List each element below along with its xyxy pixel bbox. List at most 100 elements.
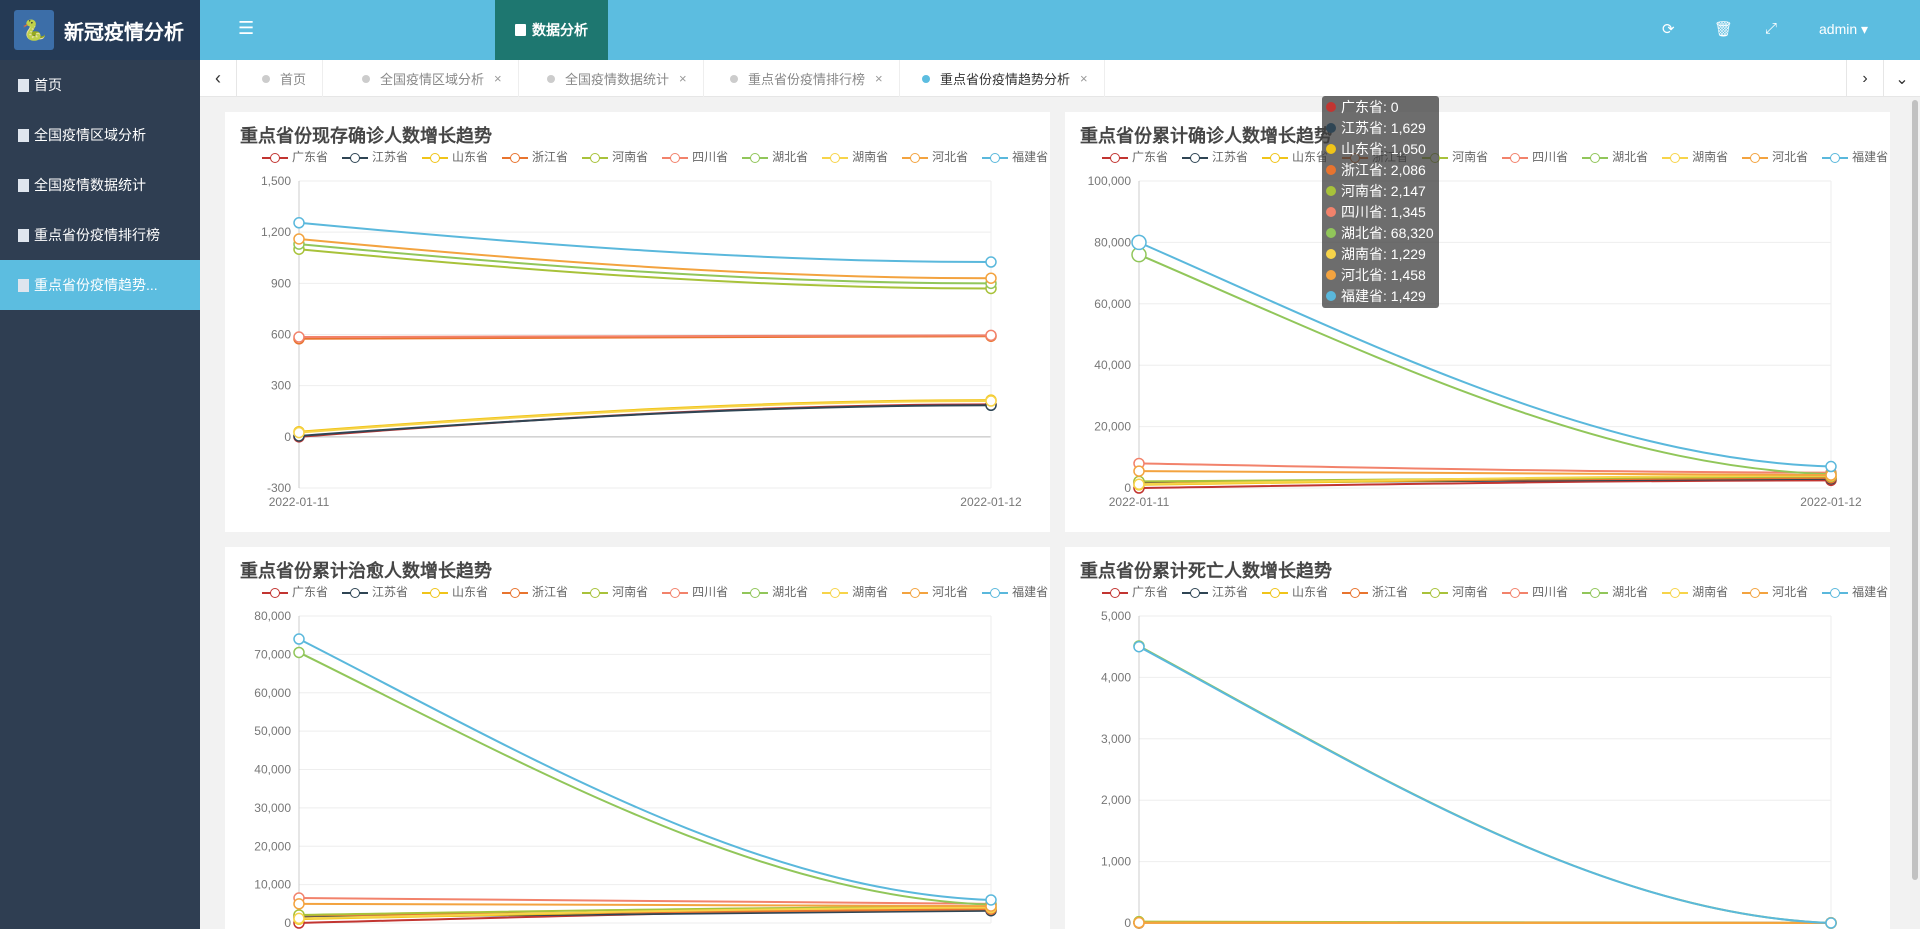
tooltip-series-dot [1326,269,1336,280]
tab-menu-chevron-icon[interactable]: ⌄ [1883,60,1920,97]
data-point [985,256,997,268]
sidebar-item-0[interactable]: 首页 [0,60,200,110]
fullscreen-icon[interactable]: ⤢ [1765,20,1777,37]
tooltip-text: 河南省: 2,147 [1341,182,1426,199]
series-line [298,897,992,905]
x-tick-label: 2022-01-12 [1800,495,1862,509]
chart-panel-cumulative-confirmed: 重点省份累计确诊人数增长趋势广东省江苏省山东省浙江省河南省四川省湖北省湖南省河北… [1065,112,1890,532]
tooltip-text: 河北省: 1,458 [1341,266,1426,283]
x-tick-label: 2022-01-11 [1109,495,1170,509]
data-point [293,426,305,439]
y-tick-label: 1,500 [261,174,291,188]
data-point [985,272,997,284]
y-tick-label: 4,000 [1101,670,1131,684]
y-tick-label: 600 [271,328,291,342]
y-tick-label: 1,000 [1101,855,1131,869]
data-point [985,894,997,906]
tab-4[interactable]: 重点省份疫情趋势分析 × [908,60,1105,97]
refresh-icon[interactable]: ⟳ [1662,20,1675,38]
tooltip-row: 浙江省: 2,086 [1326,159,1435,180]
tab-1[interactable]: 全国疫情区域分析 × [348,60,519,97]
data-point [293,233,305,245]
data-point [1131,234,1147,251]
tab-label: 全国疫情数据统计 [565,72,670,87]
chart-svg: 0 1,000 2,000 3,000 4,000 5,000 [1101,609,1837,929]
y-tick-label: 70,000 [254,647,291,661]
sidebar-item-2[interactable]: 全国疫情数据统计 [0,160,200,210]
data-point [1825,917,1837,929]
tab-close-icon[interactable]: × [1080,71,1088,86]
chart-tooltip: 广东省: 0 江苏省: 1,629 山东省: 1,050 浙江省: 2,086 河南省:… [1322,96,1439,308]
nav-data-analysis[interactable]: 数据分析 [495,0,608,60]
tooltip-series-dot [1326,164,1336,175]
tooltip-row: 河北省: 1,458 [1326,264,1435,285]
tab-close-icon[interactable]: × [875,71,883,86]
y-tick-label: 900 [271,276,291,290]
y-tick-label: 80,000 [1094,235,1131,249]
sidebar-item-label: 全国疫情数据统计 [34,177,146,193]
y-tick-label: 2,000 [1101,793,1131,807]
tooltip-text: 四川省: 1,345 [1341,203,1426,220]
tooltip-series-dot [1326,122,1336,133]
y-tick-label: 3,000 [1101,732,1131,746]
chart-panel-current-confirmed: 重点省份现存确诊人数增长趋势 广东省 江苏省 山东省 浙江省 河南省 四川省 湖北省 湖南省 河北… [225,112,1050,532]
tab-label: 首页 [280,72,307,87]
chart-svg: -300 0 300 600 900 1,200 1,500 2022-01-11 2022-0… [261,174,1022,509]
chart-panel-cumulative-cured: 重点省份累计治愈人数增长趋势 广东省 江苏省 山东省 浙江省 河南省 四川省 湖北省 湖南省 河北… [225,547,1050,929]
trash-icon[interactable]: 🗑 [1714,20,1733,38]
series-line [298,651,992,906]
document-icon [18,228,29,242]
tooltip-text: 福建省: 1,429 [1341,287,1426,304]
tooltip-text: 山东省: 1,050 [1341,140,1426,157]
chart-panel-cumulative-deaths: 重点省份累计死亡人数增长趋势 广东省 江苏省 山东省 浙江省 河南省 四川省 湖北省 湖南省 河北… [1065,547,1890,929]
y-tick-label: 0 [284,430,291,444]
tab-close-icon[interactable]: × [494,71,502,86]
tab-3[interactable]: 重点省份疫情排行榜 × [716,60,900,97]
tab-close-icon[interactable]: × [679,71,687,86]
tooltip-text: 浙江省: 2,086 [1341,161,1426,178]
tooltip-row: 四川省: 1,345 [1326,201,1435,222]
y-tick-label: 40,000 [1094,358,1131,372]
tab-status-dot [922,74,930,83]
tooltip-text: 湖北省: 68,320 [1341,224,1434,241]
x-tick-label: 2022-01-12 [960,495,1022,509]
hamburger-icon[interactable]: ☰ [238,18,254,39]
tab-status-dot [262,74,270,83]
tooltip-text: 广东省: 0 [1341,98,1399,115]
app-logo[interactable]: 🐍 新冠疫情分析 [0,0,200,60]
tab-scroll-right-icon[interactable]: › [1846,60,1883,97]
page-scrollbar[interactable] [1910,97,1920,929]
tab-scroll-left-icon[interactable]: ‹ [200,60,237,97]
y-tick-label: 60,000 [1094,297,1131,311]
sidebar-item-3[interactable]: 重点省份疫情排行榜 [0,210,200,260]
series-line [1138,645,1832,924]
tooltip-series-dot [1326,143,1336,154]
data-point [293,898,305,910]
user-menu[interactable]: admin ▾ [1819,21,1868,38]
tab-label: 重点省份疫情排行榜 [748,72,866,87]
top-bar: ☰ 数据分析 ⟳ 🗑 ⤢ admin ▾ [200,0,1920,60]
document-icon [18,128,29,142]
tooltip-series-dot [1326,101,1336,112]
document-icon [18,278,29,292]
chart-svg: 0 20,000 40,000 60,000 80,000 100,000 2022-01-… [1088,174,1862,509]
series-line [1138,241,1832,468]
tab-status-dot [362,74,370,83]
nav-data-analysis-label: 数据分析 [532,22,588,38]
tooltip-row: 福建省: 1,429 [1326,285,1435,306]
y-tick-label: -300 [267,481,291,495]
sidebar-item-4[interactable]: 重点省份疫情趋势... [0,260,200,310]
data-point [1133,916,1145,929]
tooltip-series-dot [1326,290,1336,301]
tab-0[interactable]: 首页 [248,60,324,97]
tab-label: 全国疫情区域分析 [380,72,485,87]
tab-2[interactable]: 全国疫情数据统计 × [533,60,704,97]
sidebar: 首页 全国疫情区域分析全国疫情数据统计重点省份疫情排行榜 重点省份疫情趋势... [0,60,200,929]
sidebar-item-1[interactable]: 全国疫情区域分析 [0,110,200,160]
y-tick-label: 5,000 [1101,609,1131,623]
data-point [985,395,997,407]
y-tick-label: 40,000 [254,763,291,777]
tab-status-dot [730,74,738,83]
tooltip-text: 湖南省: 1,229 [1341,245,1426,262]
scrollbar-thumb[interactable] [1912,100,1918,880]
